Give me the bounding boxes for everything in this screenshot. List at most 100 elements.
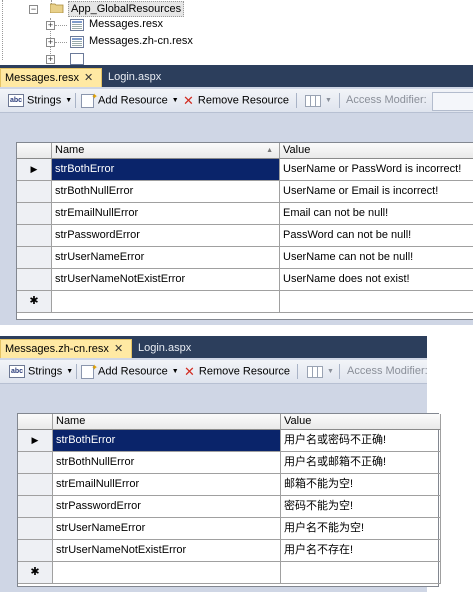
resource-value-cell[interactable]: 密码不能为空!	[281, 496, 441, 518]
sort-ascending-icon: ▲	[266, 147, 273, 154]
resource-name-cell[interactable]: strPasswordError	[53, 496, 281, 518]
resx-editor-messages-zh-cn: Messages.zh-cn.resx ✕ Login.aspx abc Strin…	[0, 336, 441, 592]
resource-name-cell[interactable]: strBothNullError	[52, 181, 280, 203]
resource-name-cell[interactable]	[53, 562, 281, 584]
remove-resource-button[interactable]: ✕ Remove Resource	[183, 92, 289, 109]
row-header[interactable]	[17, 225, 52, 247]
resource-name-cell[interactable]: strBothError	[53, 430, 281, 452]
table-row[interactable]: strEmailNullError 邮箱不能为空!	[18, 474, 441, 496]
row-header[interactable]: ▶	[18, 430, 53, 452]
table-row[interactable]: ▶ strBothError 用户名或密码不正确!	[18, 430, 441, 452]
resource-name-cell[interactable]: strPasswordError	[52, 225, 280, 247]
resource-name-cell[interactable]	[52, 291, 280, 313]
resource-name-cell[interactable]: strUserNameNotExistError	[53, 540, 281, 562]
views-dropdown[interactable]: ▼	[305, 92, 332, 109]
close-icon[interactable]: ✕	[84, 69, 93, 88]
resource-value-cell[interactable]: 用户名或邮箱不正确!	[281, 452, 441, 474]
column-header-name[interactable]: Name ▲	[52, 143, 280, 159]
row-header[interactable]	[17, 247, 52, 269]
dropdown-arrow-icon: ▼	[325, 97, 332, 104]
row-header[interactable]	[17, 181, 52, 203]
row-header[interactable]: ▶	[17, 159, 52, 181]
resource-value-cell[interactable]: PassWord can not be null!	[280, 225, 473, 247]
resource-value-cell[interactable]: 用户名不能为空!	[281, 518, 441, 540]
toolbar-separator	[297, 364, 298, 379]
resource-name-cell[interactable]: strBothNullError	[53, 452, 281, 474]
strings-dropdown[interactable]: abc Strings ▼	[8, 92, 72, 109]
new-row[interactable]: ✱	[17, 291, 473, 313]
table-row[interactable]: strEmailNullError Email can not be null!	[17, 203, 473, 225]
resource-name-cell[interactable]: strUserNameError	[53, 518, 281, 540]
resource-value-cell[interactable]: UserName can not be null!	[280, 247, 473, 269]
dropdown-arrow-icon: ▼	[65, 97, 73, 104]
row-header[interactable]	[18, 496, 53, 518]
remove-resource-label: Remove Resource	[198, 365, 290, 378]
row-header[interactable]	[17, 203, 52, 225]
tab-messages-resx[interactable]: Messages.resx ✕	[0, 68, 102, 87]
expand-icon[interactable]: +	[46, 38, 55, 47]
table-row[interactable]: strUserNameNotExistError 用户名不存在!	[18, 540, 441, 562]
resx-editor-messages: Messages.resx✕ Login.aspx abcStrings▼ Ad…	[0, 65, 473, 325]
resource-value-cell[interactable]	[280, 291, 473, 313]
tab-login-aspx[interactable]: Login.aspx	[134, 339, 195, 358]
table-row[interactable]: strUserNameNotExistError UserName does n…	[17, 269, 473, 291]
new-row-marker-icon: ✱	[17, 291, 52, 313]
tab-messages-zh-cn-resx[interactable]: Messages.zh-cn.resx ✕	[0, 339, 132, 358]
remove-resource-label: Remove Resource	[197, 94, 289, 107]
resource-value-cell[interactable]: UserName does not exist!	[280, 269, 473, 291]
resource-value-cell[interactable]: UserName or PassWord is incorrect!	[280, 159, 473, 181]
expand-icon[interactable]: +	[46, 55, 55, 64]
table-row[interactable]: strUserNameError 用户名不能为空!	[18, 518, 441, 540]
views-dropdown[interactable]: ▼	[307, 363, 334, 380]
row-header[interactable]	[18, 540, 53, 562]
add-resource-button[interactable]: Add Resource▼	[81, 88, 179, 109]
access-modifier-select[interactable]	[432, 92, 473, 111]
resource-name-cell[interactable]: strUserNameError	[52, 247, 280, 269]
column-header-name[interactable]: Name	[53, 414, 281, 430]
add-resource-label: Add Resource	[98, 365, 168, 378]
row-header[interactable]	[18, 474, 53, 496]
collapse-icon[interactable]: −	[29, 5, 38, 14]
expand-icon[interactable]: +	[46, 21, 55, 30]
table-row[interactable]: strUserNameError UserName can not be nul…	[17, 247, 473, 269]
access-modifier-label: Access Modifier:	[346, 94, 427, 106]
tree-item-messages-zh-cn-resx[interactable]: Messages.zh-cn.resx	[87, 35, 195, 47]
grid-corner	[18, 414, 53, 430]
resource-value-cell[interactable]: UserName or Email is incorrect!	[280, 181, 473, 203]
table-row[interactable]: strPasswordError 密码不能为空!	[18, 496, 441, 518]
tree-item-messages-resx[interactable]: Messages.resx	[87, 18, 165, 30]
toolbar-separator	[75, 93, 76, 108]
column-header-value[interactable]: Value	[281, 414, 441, 430]
close-icon[interactable]: ✕	[114, 340, 123, 359]
column-header-value[interactable]: Value	[280, 143, 473, 159]
resource-value-cell[interactable]: Email can not be null!	[280, 203, 473, 225]
resource-name-cell[interactable]: strEmailNullError	[52, 203, 280, 225]
strings-dropdown[interactable]: abc Strings ▼	[9, 363, 73, 380]
resource-toolbar: abcStrings▼ Add Resource▼ ✕Remove Resour…	[0, 88, 473, 113]
resource-value-cell[interactable]: 用户名或密码不正确!	[281, 430, 441, 452]
row-header[interactable]	[17, 269, 52, 291]
resource-grid: Name ▲ Value ▶ strBothError UserName or P…	[16, 142, 473, 320]
strings-label: Strings	[27, 94, 62, 107]
resource-name-cell[interactable]: strEmailNullError	[53, 474, 281, 496]
table-row[interactable]: strBothNullError UserName or Email is in…	[17, 181, 473, 203]
new-row[interactable]: ✱	[18, 562, 441, 584]
remove-resource-button[interactable]: ✕ Remove Resource	[184, 363, 290, 380]
resource-value-cell[interactable]: 邮箱不能为空!	[281, 474, 441, 496]
dropdown-arrow-icon: ▼	[327, 368, 334, 375]
table-row[interactable]: ▶ strBothError UserName or PassWord is i…	[17, 159, 473, 181]
row-header[interactable]	[18, 452, 53, 474]
resource-name-cell[interactable]: strBothError	[52, 159, 280, 181]
tree-item-app-globalresources[interactable]: App_GlobalResources	[68, 1, 185, 17]
tab-login-aspx[interactable]: Login.aspx	[104, 68, 165, 87]
table-row[interactable]: strPasswordError PassWord can not be nul…	[17, 225, 473, 247]
row-header[interactable]	[18, 518, 53, 540]
resource-value-cell[interactable]: 用户名不存在!	[281, 540, 441, 562]
resource-toolbar: abcStrings▼ Add Resource▼ ✕Remove Resour…	[0, 359, 428, 384]
resource-value-cell[interactable]	[281, 562, 441, 584]
resx-file-icon	[70, 36, 84, 48]
add-resource-button[interactable]: Add Resource▼	[81, 359, 179, 380]
document-tab-bar: Messages.zh-cn.resx ✕ Login.aspx	[0, 336, 427, 358]
resource-name-cell[interactable]: strUserNameNotExistError	[52, 269, 280, 291]
table-row[interactable]: strBothNullError 用户名或邮箱不正确!	[18, 452, 441, 474]
